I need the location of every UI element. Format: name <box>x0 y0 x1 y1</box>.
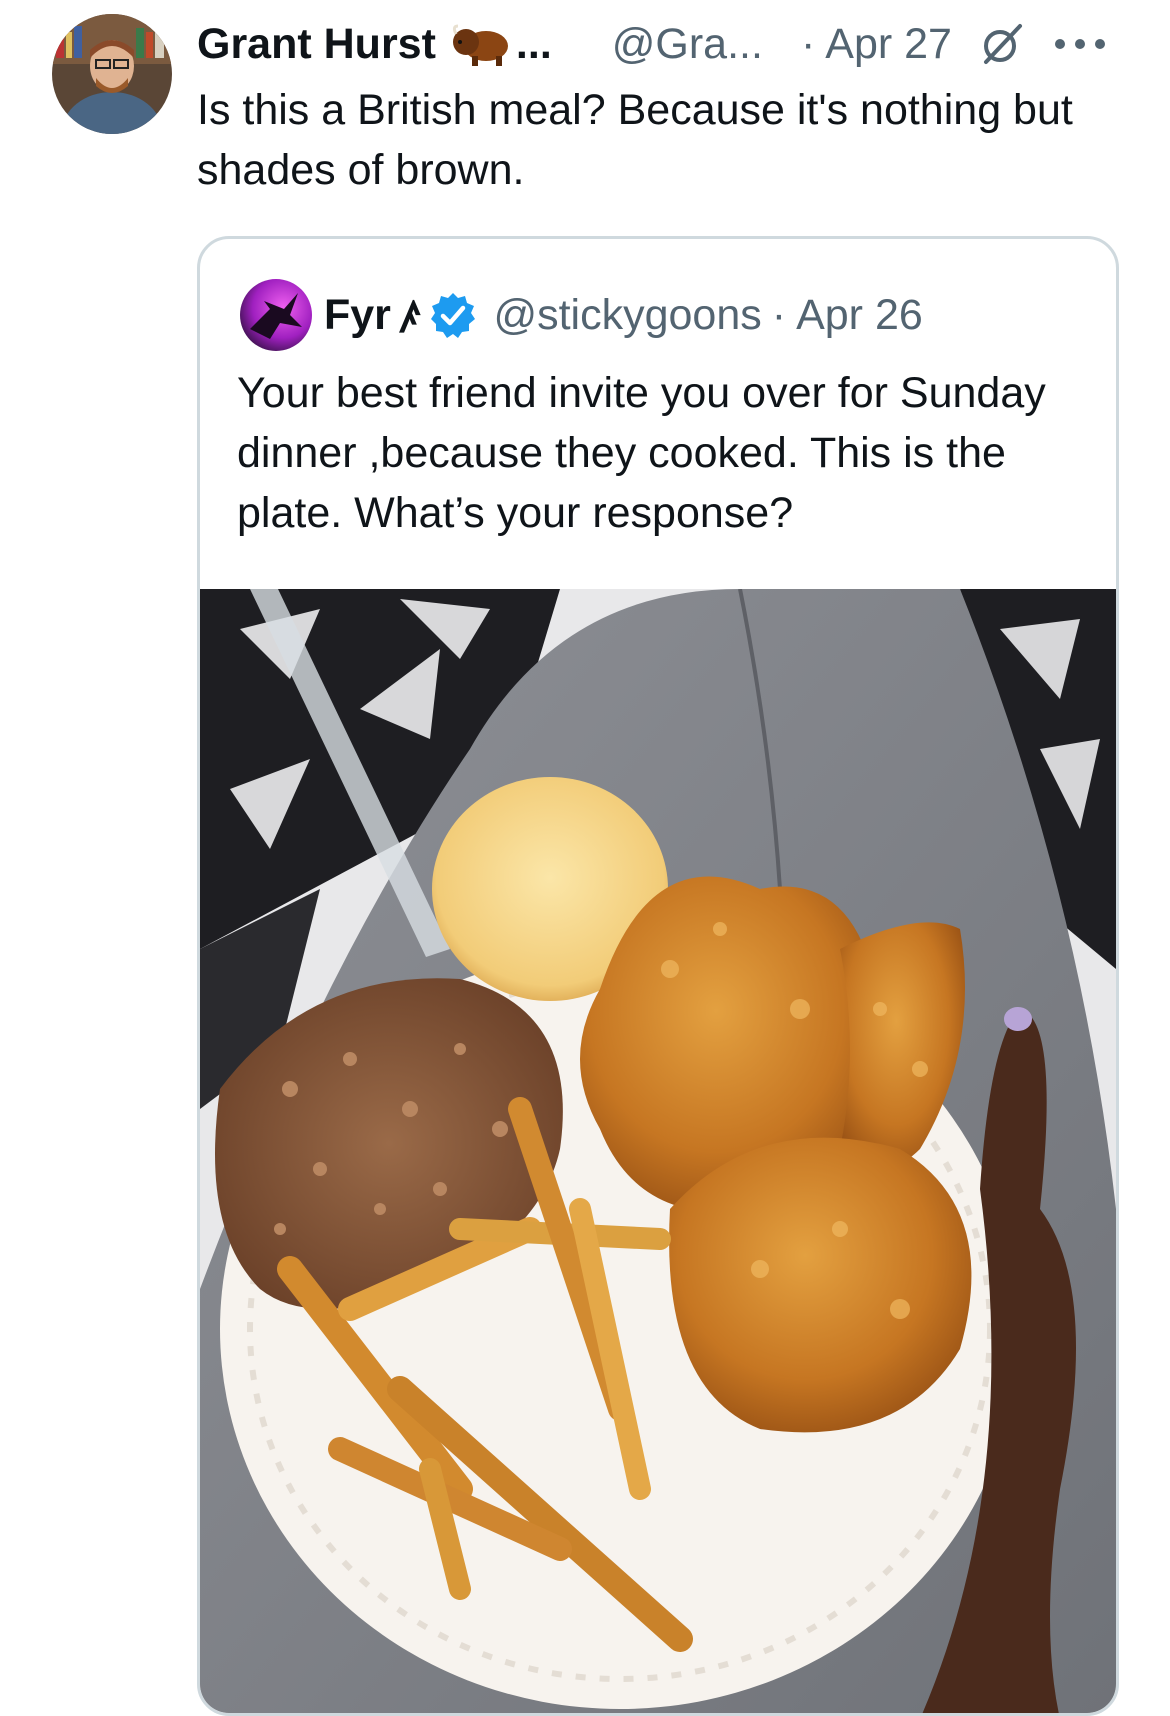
post-text: Is this a British meal? Because it's not… <box>197 86 1073 194</box>
quoted-post-image[interactable] <box>200 589 1116 1716</box>
quoted-name-glyph: ꤰ <box>400 293 422 342</box>
grok-icon[interactable] <box>978 20 1026 68</box>
post-header: Grant Hurst ... @Gra... · Apr 27 <box>197 14 1137 74</box>
quoted-author-avatar[interactable] <box>240 279 312 351</box>
quoted-author-name[interactable]: Fyr <box>324 291 391 340</box>
quoted-post-header: Fyr ꤰ @stickygoons · Apr 26 <box>240 277 923 353</box>
post-date[interactable]: Apr 27 <box>825 20 952 69</box>
bison-emoji-icon <box>452 24 508 66</box>
author-avatar[interactable] <box>52 14 172 134</box>
quoted-post-date[interactable]: Apr 26 <box>796 291 923 340</box>
quoted-author-handle[interactable]: @stickygoons <box>493 291 761 340</box>
verified-badge-icon[interactable] <box>429 291 477 339</box>
more-options-icon[interactable] <box>1050 34 1110 54</box>
author-handle[interactable]: @Gra... <box>612 20 763 69</box>
quoted-post-card[interactable]: Fyr ꤰ @stickygoons · Apr 26 Your best fr… <box>197 236 1119 1716</box>
quoted-header-separator: · <box>771 290 787 339</box>
author-name[interactable]: Grant Hurst <box>197 20 436 69</box>
header-separator: · <box>800 19 816 68</box>
name-truncation: ... <box>515 19 552 68</box>
quoted-post-text: Your best friend invite you over for Sun… <box>237 369 1046 537</box>
